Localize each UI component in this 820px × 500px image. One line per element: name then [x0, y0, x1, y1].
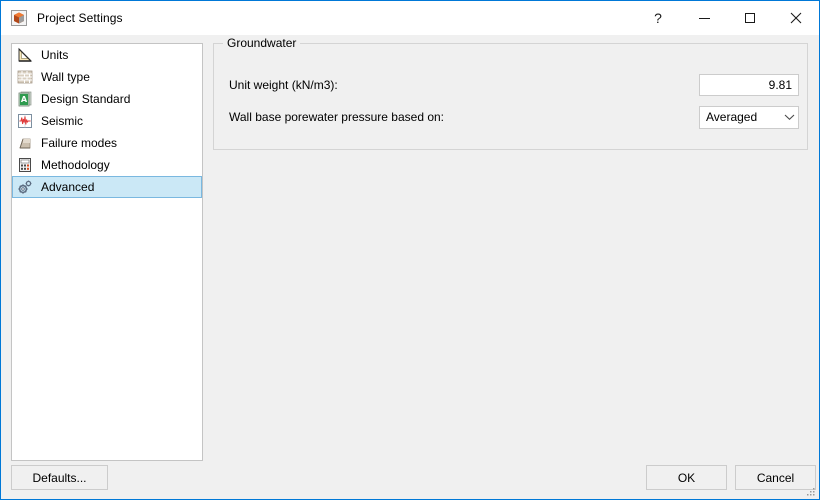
sidebar-item-label: Design Standard	[41, 92, 131, 106]
combo-selected-value: Averaged	[706, 110, 758, 124]
ok-button[interactable]: OK	[646, 465, 727, 490]
brick-wall-icon	[17, 69, 33, 85]
porewater-pressure-label: Wall base porewater pressure based on:	[229, 110, 445, 124]
sidebar-item-methodology[interactable]: Methodology	[12, 154, 202, 176]
green-document-icon: A	[17, 91, 33, 107]
unit-weight-input[interactable]	[699, 74, 799, 96]
porewater-pressure-combobox[interactable]: Averaged	[699, 105, 799, 129]
set-square-ruler-icon	[17, 47, 33, 63]
dialog-client-area: Units Wall type A Design Standard Seismi…	[1, 35, 819, 499]
groupbox-title: Groundwater	[223, 36, 301, 50]
sidebar-item-label: Failure modes	[41, 136, 118, 150]
settings-content-panel: Groundwater Unit weight (kN/m3): Wall ba…	[213, 36, 809, 461]
title-bar: Project Settings ?	[1, 1, 819, 35]
unit-weight-label: Unit weight (kN/m3):	[229, 78, 338, 92]
close-button[interactable]	[773, 1, 819, 35]
minimize-button[interactable]	[681, 1, 727, 35]
settings-category-list[interactable]: Units Wall type A Design Standard Seismi…	[11, 43, 203, 461]
window-title: Project Settings	[37, 11, 123, 25]
unit-weight-row: Unit weight (kN/m3):	[214, 74, 807, 96]
maximize-icon	[745, 13, 755, 23]
sidebar-item-units[interactable]: Units	[12, 44, 202, 66]
maximize-button[interactable]	[727, 1, 773, 35]
sidebar-item-label: Wall type	[41, 70, 90, 84]
sidebar-item-design-standard[interactable]: A Design Standard	[12, 88, 202, 110]
calculator-icon	[17, 157, 33, 173]
porewater-pressure-row: Wall base porewater pressure based on: A…	[214, 105, 807, 129]
resize-grip[interactable]	[804, 485, 816, 497]
sidebar-item-advanced[interactable]: Advanced	[12, 176, 202, 198]
help-button[interactable]: ?	[635, 1, 681, 35]
sidebar-item-label: Advanced	[41, 180, 95, 194]
gears-icon	[17, 179, 33, 195]
seismic-waveform-icon	[17, 113, 33, 129]
chevron-down-icon	[780, 113, 798, 121]
project-settings-dialog: Project Settings ? Units Wall type A Des…	[0, 0, 820, 500]
sidebar-item-failure-modes[interactable]: Failure modes	[12, 132, 202, 154]
question-mark-icon: ?	[654, 10, 662, 26]
minimize-icon	[698, 17, 710, 19]
sidebar-item-seismic[interactable]: Seismic	[12, 110, 202, 132]
caption-button-group: ?	[635, 1, 819, 35]
sidebar-item-label: Seismic	[41, 114, 84, 128]
groundwater-groupbox: Groundwater Unit weight (kN/m3): Wall ba…	[213, 36, 808, 150]
svg-text:A: A	[21, 95, 28, 104]
sidebar-item-label: Methodology	[41, 158, 110, 172]
defaults-button[interactable]: Defaults...	[11, 465, 108, 490]
close-icon	[790, 12, 802, 24]
sidebar-item-wall-type[interactable]: Wall type	[12, 66, 202, 88]
app-cube-icon	[11, 10, 27, 26]
sidebar-item-label: Units	[41, 48, 69, 62]
slope-wedge-icon	[17, 135, 33, 151]
